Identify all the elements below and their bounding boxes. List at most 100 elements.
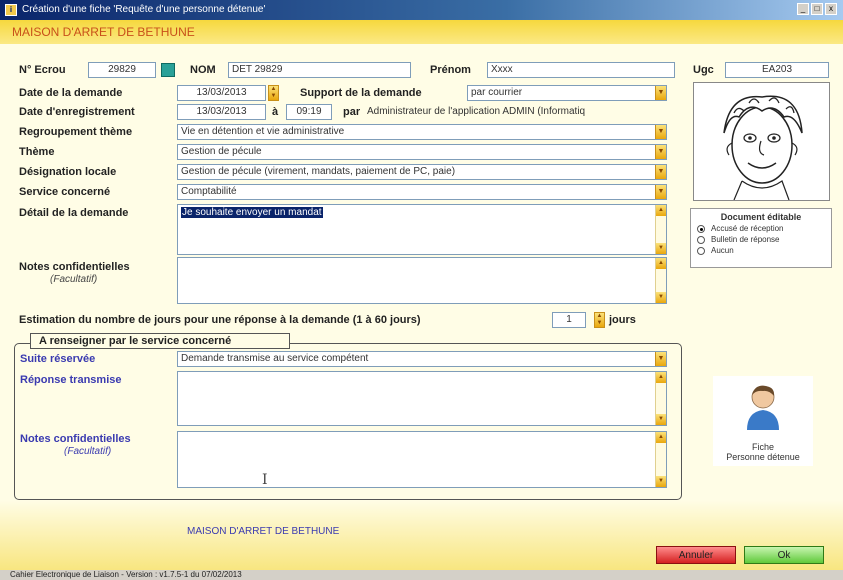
- service-value: Comptabilité: [181, 186, 237, 197]
- suite-select[interactable]: Demande transmise au service compétent ▼: [177, 351, 667, 367]
- window-title: Création d'une fiche 'Requête d'une pers…: [22, 4, 266, 15]
- notes-textarea[interactable]: ▲ ▼: [177, 257, 667, 304]
- document-editable-group: Document éditable Accusé de réception Bu…: [690, 208, 832, 268]
- notes-optional-label: (Facultatif): [50, 274, 98, 285]
- document-editable-title: Document éditable: [720, 212, 802, 222]
- chevron-down-icon[interactable]: ▼: [655, 352, 666, 366]
- detail-label: Détail de la demande: [19, 207, 129, 219]
- ok-button[interactable]: Ok: [744, 546, 824, 564]
- radio-label: Bulletin de réponse: [711, 235, 780, 244]
- scroll-down-icon[interactable]: ▼: [656, 243, 666, 254]
- a-label: à: [272, 106, 279, 118]
- notes-label: Notes confidentielles: [19, 261, 130, 273]
- radio-aucun[interactable]: Aucun: [697, 246, 825, 255]
- app-icon: i: [5, 4, 17, 16]
- text-cursor-icon: I: [262, 472, 268, 488]
- days-spinner-icon[interactable]: ▲ ▼: [594, 312, 605, 328]
- minimize-button[interactable]: _: [797, 3, 809, 15]
- designation-value: Gestion de pécule (virement, mandats, pa…: [181, 166, 456, 177]
- par-value: Administrateur de l'application ADMIN (I…: [367, 106, 586, 117]
- person-icon: [747, 385, 779, 430]
- scroll-down-icon[interactable]: ▼: [656, 476, 666, 487]
- radio-label: Accusé de réception: [711, 224, 784, 233]
- regroupement-label: Regroupement thème: [19, 126, 133, 138]
- estimation-label: Estimation du nombre de jours pour une r…: [19, 314, 421, 326]
- par-label: par: [343, 106, 361, 118]
- jours-label: jours: [609, 314, 636, 326]
- maximize-button[interactable]: □: [811, 3, 823, 15]
- detainee-search-button[interactable]: [161, 63, 175, 77]
- main-window: i Création d'une fiche 'Requête d'une pe…: [0, 0, 843, 580]
- ugc-label: Ugc: [693, 64, 714, 76]
- detainee-photo: [693, 82, 830, 201]
- radio-accuse[interactable]: Accusé de réception: [697, 224, 825, 233]
- date-enreg-label: Date d'enregistrement: [19, 106, 135, 118]
- ugc-field[interactable]: EA203: [725, 62, 829, 78]
- ecrou-field[interactable]: 29829: [88, 62, 156, 78]
- designation-select[interactable]: Gestion de pécule (virement, mandats, pa…: [177, 164, 667, 180]
- theme-value: Gestion de pécule: [181, 146, 262, 157]
- support-select[interactable]: par courrier ▼: [467, 85, 667, 101]
- date-demande-label: Date de la demande: [19, 87, 123, 99]
- chevron-down-icon[interactable]: ▼: [655, 145, 666, 159]
- radio-label: Aucun: [711, 246, 734, 255]
- scrollbar[interactable]: ▲ ▼: [655, 258, 666, 303]
- scrollbar[interactable]: ▲ ▼: [655, 432, 666, 487]
- service-label: Service concerné: [19, 186, 111, 198]
- prenom-field[interactable]: Xxxx: [487, 62, 675, 78]
- radio-bulletin[interactable]: Bulletin de réponse: [697, 235, 825, 244]
- cancel-button[interactable]: Annuler: [656, 546, 736, 564]
- scroll-up-icon[interactable]: ▲: [656, 205, 666, 216]
- reponse-textarea[interactable]: ▲ ▼: [177, 371, 667, 426]
- theme-label: Thème: [19, 146, 55, 158]
- radio-button-icon[interactable]: [697, 224, 705, 233]
- service-notes-textarea[interactable]: ▲ ▼: [177, 431, 667, 488]
- suite-value: Demande transmise au service compétent: [181, 353, 369, 364]
- time-field[interactable]: 09:19: [286, 104, 332, 120]
- date-enreg-field[interactable]: 13/03/2013: [177, 104, 266, 120]
- fiche-label-1: Fiche: [751, 442, 774, 452]
- date-demande-field[interactable]: 13/03/2013: [177, 85, 266, 101]
- chevron-down-icon[interactable]: ▼: [655, 185, 666, 199]
- scrollbar[interactable]: ▲ ▼: [655, 205, 666, 254]
- service-notes-optional-label: (Facultatif): [64, 446, 112, 457]
- caricature-portrait-icon: [723, 95, 803, 201]
- chevron-down-icon[interactable]: ▼: [655, 125, 666, 139]
- estimation-field[interactable]: 1: [552, 312, 586, 328]
- service-select[interactable]: Comptabilité ▼: [177, 184, 667, 200]
- suite-label: Suite réservée: [20, 353, 96, 365]
- close-button[interactable]: x: [825, 3, 837, 15]
- chevron-down-icon[interactable]: ▼: [655, 86, 666, 100]
- scroll-down-icon[interactable]: ▼: [656, 414, 666, 425]
- radio-button-icon[interactable]: [697, 246, 705, 255]
- title-bar: i Création d'une fiche 'Requête d'une pe…: [0, 0, 843, 20]
- date-spinner-icon[interactable]: ▲ ▼: [268, 85, 279, 101]
- support-value: par courrier: [471, 87, 523, 98]
- radio-button-icon[interactable]: [697, 235, 705, 244]
- support-label: Support de la demande: [300, 87, 422, 99]
- fiche-personne-button[interactable]: Fiche Personne détenue: [713, 376, 813, 466]
- detail-text: Je souhaite envoyer un mandat: [181, 207, 323, 218]
- nom-field[interactable]: DET 29829: [228, 62, 411, 78]
- fiche-label-2: Personne détenue: [726, 452, 800, 462]
- footer-org: MAISON D'ARRET DE BETHUNE: [187, 526, 340, 537]
- theme-select[interactable]: Gestion de pécule ▼: [177, 144, 667, 160]
- chevron-down-icon[interactable]: ▼: [655, 165, 666, 179]
- status-bar: Cahier Electronique de Liaison - Version…: [0, 570, 843, 580]
- reponse-label: Réponse transmise: [20, 374, 122, 386]
- prenom-label: Prénom: [430, 64, 471, 76]
- scroll-up-icon[interactable]: ▲: [656, 258, 666, 269]
- service-notes-label: Notes confidentielles: [20, 433, 131, 445]
- scroll-up-icon[interactable]: ▲: [656, 432, 666, 443]
- detail-textarea[interactable]: Je souhaite envoyer un mandat ▲ ▼: [177, 204, 667, 255]
- scroll-down-icon[interactable]: ▼: [656, 292, 666, 303]
- scrollbar[interactable]: ▲ ▼: [655, 372, 666, 425]
- scroll-up-icon[interactable]: ▲: [656, 372, 666, 383]
- service-section-title: A renseigner par le service concerné: [30, 333, 290, 349]
- designation-label: Désignation locale: [19, 166, 117, 178]
- nom-label: NOM: [190, 64, 216, 76]
- regroupement-select[interactable]: Vie en détention et vie administrative ▼: [177, 124, 667, 140]
- prison-header: MAISON D'ARRET DE BETHUNE: [0, 20, 843, 44]
- ecrou-label: N° Ecrou: [19, 64, 66, 76]
- regroupement-value: Vie en détention et vie administrative: [181, 126, 345, 137]
